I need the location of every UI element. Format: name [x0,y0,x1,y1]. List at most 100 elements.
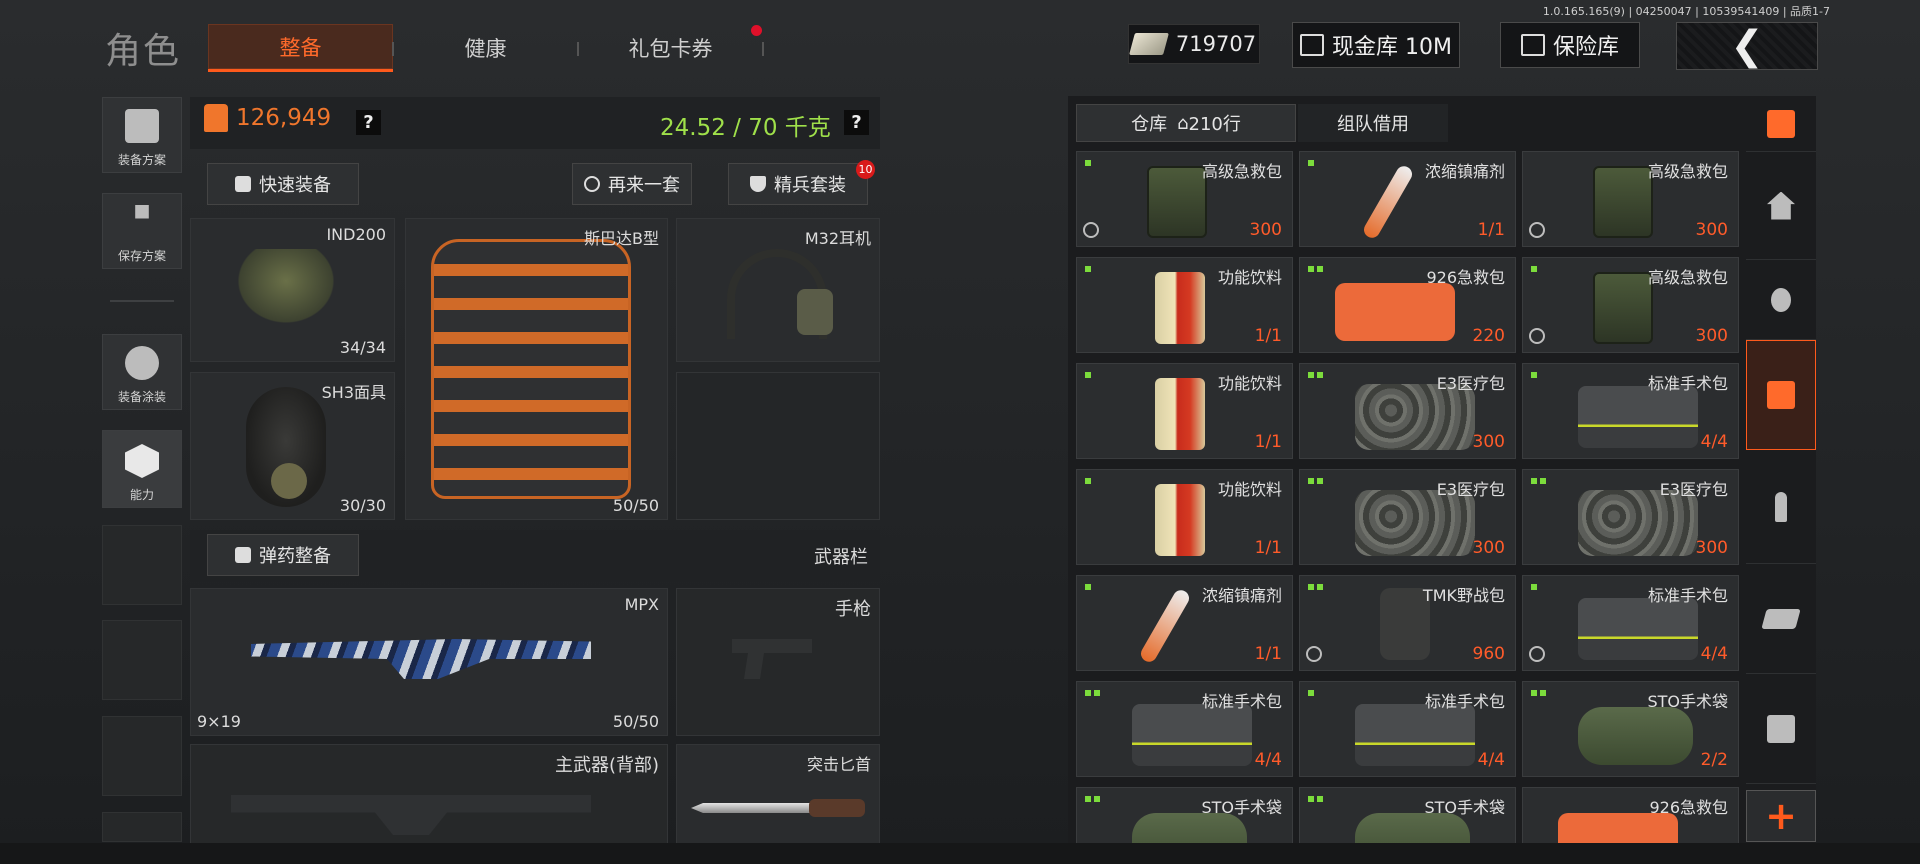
knife-slot[interactable]: 突击匕首 [676,744,880,844]
sidebar-item-skins[interactable]: 装备涂装 [102,334,182,410]
item-name: 高级急救包 [1647,162,1728,181]
helmet-durability: 34/34 [339,338,386,357]
version-text: 1.0.165.165(9) | 04250047 | 10539541409 … [1542,5,1830,18]
item-count: 2/2 [1700,750,1728,770]
warehouse-item[interactable]: 高级急救包 300 [1522,257,1739,353]
weight-help-button[interactable]: ? [844,110,869,135]
warehouse-item[interactable]: 标准手术包 4/4 [1522,363,1739,459]
quality-marker [1085,796,1091,802]
warehouse-item[interactable]: STO手术袋 2/2 [1522,681,1739,777]
sidebar-item-label: 装备涂装 [117,390,166,404]
warehouse-tab-label: 仓库 [1131,114,1168,135]
tab-divider [762,42,764,56]
item-name: STO手术袋 [1424,798,1505,817]
warehouse-item[interactable]: 标准手术包 4/4 [1076,681,1293,777]
sidebar-empty-slot [102,716,182,796]
cash-icon [1761,608,1801,629]
loadout-value: 126,949 [204,104,331,132]
value-help-button[interactable]: ? [356,110,381,135]
warehouse-item[interactable]: E3医疗包 300 [1299,469,1516,565]
cash-display: 719707 [1128,24,1260,64]
safe-button[interactable]: 保险库 [1500,22,1640,68]
armor-slot[interactable]: 斯巴达B型 50/50 [405,218,668,520]
warehouse-item[interactable]: TMK野战包 960 [1299,575,1516,671]
mpx-image [251,639,591,679]
page-title: 角色 [105,31,182,72]
quality-marker [1308,584,1314,590]
item-name: E3医疗包 [1436,480,1505,499]
warehouse-item[interactable]: 标准手术包 4/4 [1522,575,1739,671]
home-icon: ⌂ [1177,112,1189,134]
item-count: 4/4 [1254,750,1282,770]
quality-marker [1317,584,1323,590]
elite-set-badge: 10 [856,160,875,179]
sidebar-item-loadout-plan[interactable]: 装备方案 [102,97,182,173]
warehouse-item[interactable]: E3医疗包 300 [1299,363,1516,459]
warehouse-item[interactable]: 标准手术包 4/4 [1299,681,1516,777]
rail-box[interactable] [1746,674,1816,784]
primary-weapon-slot[interactable]: MPX 9×19 50/50 [190,588,668,736]
headset-slot[interactable]: M32耳机 [676,218,880,362]
another-set-label: 再来一套 [608,175,680,196]
back-weapon-slot[interactable]: 主武器(背部) [190,744,668,844]
warehouse-item[interactable]: 926急救包 220 [1299,257,1516,353]
quality-marker [1085,690,1091,696]
pistol-slot[interactable]: 手枪 [676,588,880,736]
armor-durability: 50/50 [612,496,659,515]
warehouse-item[interactable]: 浓缩镇痛剂 1/1 [1076,575,1293,671]
rail-grenade[interactable] [1746,260,1816,340]
warehouse-item[interactable]: E3医疗包 300 [1522,469,1739,565]
warehouse-item[interactable]: 功能饮料 1/1 [1076,469,1293,565]
add-button[interactable]: + [1746,790,1816,842]
warehouse-item[interactable]: 高级急救包 300 [1076,151,1293,247]
elite-set-button[interactable]: 精兵套装 [728,163,868,205]
back-button[interactable]: ❮ [1676,22,1818,70]
quality-marker [1531,478,1537,484]
warehouse-item[interactable]: 功能饮料 1/1 [1076,363,1293,459]
item-name: E3医疗包 [1436,374,1505,393]
item-status-icon [1083,222,1099,238]
quality-marker [1317,796,1323,802]
sidebar-empty-slot [102,620,182,700]
hex-bolt-icon [125,444,159,478]
quick-equip-button[interactable]: 快速装备 [207,163,359,205]
rail-stack-refresh[interactable] [1746,96,1816,152]
rail-cash[interactable] [1746,564,1816,674]
knife-handle [809,799,865,817]
tab-gift-cards[interactable]: 礼包卡券 [578,24,763,72]
mask-slot[interactable]: SH3面具 30/30 [190,372,395,520]
sidebar-item-ability[interactable]: 能力 [102,430,182,508]
item-name: 功能饮料 [1217,480,1282,499]
sidebar-item-save-plan[interactable]: 保存方案 [102,193,182,269]
item-name: STO手术袋 [1647,692,1728,711]
item-name: 926急救包 [1649,798,1728,817]
tab-equip[interactable]: 整备 [208,24,393,72]
item-name: 标准手术包 [1424,692,1505,711]
pistol-slot-label: 手枪 [835,599,871,620]
empty-gear-slot[interactable] [676,372,880,520]
rail-medical[interactable] [1746,340,1816,450]
knife-name: 突击匕首 [806,755,871,774]
rail-keys[interactable] [1746,450,1816,564]
sidebar-item-label: 保存方案 [117,249,166,263]
item-status-icon [1306,646,1322,662]
warehouse-item[interactable]: 功能饮料 1/1 [1076,257,1293,353]
weapon-bar-label: 武器栏 [814,547,868,568]
tab-warehouse[interactable]: 仓库 ⌂ 210行 [1076,104,1296,142]
another-set-button[interactable]: 再来一套 [572,163,692,205]
item-count: 300 [1472,538,1505,558]
notification-dot [751,25,762,36]
helmet-slot[interactable]: IND200 34/34 [190,218,395,362]
tab-team-borrow[interactable]: 组队借用 [1298,104,1448,142]
item-name: 高级急救包 [1201,162,1282,181]
tab-health[interactable]: 健康 [393,24,578,72]
quality-marker [1308,372,1314,378]
ammo-equip-button[interactable]: 弹药整备 [207,534,359,576]
item-count: 4/4 [1477,750,1505,770]
warehouse-item[interactable]: 高级急救包 300 [1522,151,1739,247]
cash-vault-button[interactable]: 现金库 10M [1292,22,1460,68]
item-name: 标准手术包 [1201,692,1282,711]
rail-home[interactable] [1746,152,1816,260]
warehouse-item[interactable]: 浓缩镇痛剂 1/1 [1299,151,1516,247]
vault-icon [1300,34,1324,56]
